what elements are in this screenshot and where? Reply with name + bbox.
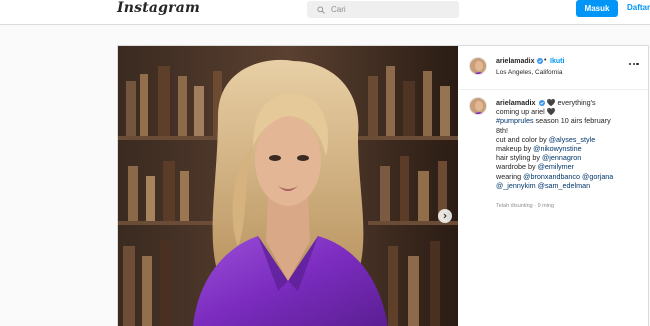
caption-username[interactable]: arielamadix	[496, 98, 536, 107]
mention-link[interactable]: @jennagron	[542, 153, 581, 162]
verified-icon	[538, 99, 545, 106]
more-options-icon[interactable]	[629, 61, 641, 67]
follow-separator: •	[544, 57, 547, 64]
instagram-logo[interactable]: Instagram	[117, 0, 200, 16]
post-photo	[118, 46, 458, 326]
caption-line: wearing @bronxandbanco @gorjana	[496, 171, 614, 181]
mention-link[interactable]: @gorjana	[582, 172, 613, 181]
caption-line: 8th!	[496, 125, 508, 135]
caption-avatar[interactable]	[469, 97, 487, 115]
chevron-right-icon	[442, 213, 448, 219]
next-image-button[interactable]	[438, 209, 452, 223]
mention-link[interactable]: @sam_edelman	[538, 181, 590, 190]
caption-line: #pumprules season 10 airs february	[496, 116, 611, 126]
search-input[interactable]	[331, 5, 441, 14]
post-header: arielamadix • Ikuti Los Angeles, Califor…	[459, 46, 648, 90]
caption-line: arielamadix 🖤 everything's	[496, 98, 596, 107]
search-icon	[317, 5, 325, 14]
post-sidebar: arielamadix • Ikuti Los Angeles, Califor…	[459, 46, 648, 326]
caption-line: wardrobe by @emilymer	[496, 162, 575, 172]
mention-link[interactable]: @_jennykim	[496, 181, 536, 190]
caption-line: hair styling by @jennagron	[496, 153, 582, 163]
post-card: arielamadix • Ikuti Los Angeles, Califor…	[117, 45, 649, 326]
post-image[interactable]	[118, 46, 458, 326]
mention-link[interactable]: @emilymer	[538, 162, 574, 171]
mention-link[interactable]: @alyses_style	[549, 135, 595, 144]
search-box[interactable]	[307, 1, 459, 18]
signup-link[interactable]: Daftar	[627, 3, 650, 12]
avatar[interactable]	[469, 57, 487, 75]
top-navigation-bar: Instagram Masuk Daftar	[0, 0, 650, 25]
follow-button[interactable]: Ikuti	[550, 58, 564, 65]
hashtag-link[interactable]: #pumprules	[496, 116, 534, 125]
caption-line: coming up ariel 🖤	[496, 107, 556, 117]
post-caption: arielamadix 🖤 everything's coming up ari…	[496, 98, 646, 190]
caption-line: cut and color by @alyses_style	[496, 134, 596, 144]
caption-line: @_jennykim @sam_edelman	[496, 181, 646, 190]
mention-link[interactable]: @nikowynstine	[533, 144, 581, 153]
mention-link[interactable]: @bronxandbanco	[523, 172, 580, 181]
verified-icon	[537, 58, 544, 64]
username-link[interactable]: arielamadix	[496, 58, 544, 65]
location-link[interactable]: Los Angeles, California	[496, 69, 563, 76]
caption-line: makeup by @nikowynstine	[496, 144, 582, 154]
post-timestamp[interactable]: Telah disunting · 9 ming	[496, 203, 554, 209]
login-button[interactable]: Masuk	[576, 0, 618, 17]
